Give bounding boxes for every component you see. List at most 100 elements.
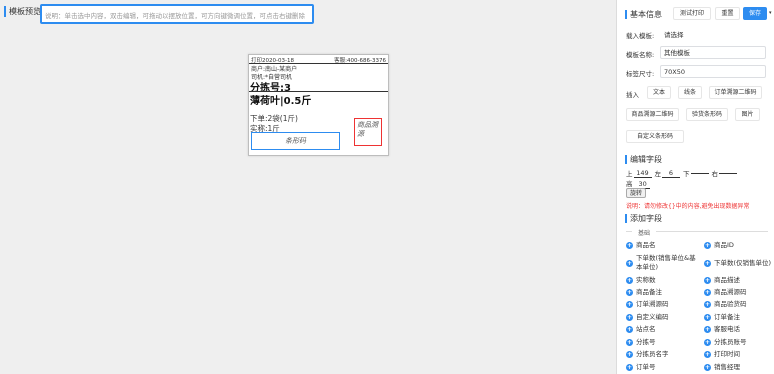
usage-hint-box: 说明：单击选中内容，双击编辑，可拖动以摆放位置，可方向键微调位置，可点击右键删除 (40, 4, 314, 24)
add-field-label: 分拣号 (636, 338, 656, 346)
add-field-label: 商品验货码 (714, 300, 747, 308)
plus-circle-icon: + (626, 326, 633, 333)
add-field-label: 商品溯源码 (714, 288, 747, 296)
add-field-item[interactable]: + 商品ID (704, 240, 772, 251)
add-field-label: 下单数(销售单位&基本单位) (636, 254, 696, 271)
label-product-name[interactable]: 薄荷叶|0.5斤 (250, 92, 311, 107)
add-field-label: 商品备注 (636, 288, 662, 296)
label-size-input[interactable]: 70X50 (660, 65, 766, 78)
insert-order-qr-button[interactable]: 订单溯源二维码 (709, 86, 762, 99)
label-barcode[interactable]: 条形码 (251, 132, 340, 150)
top-label: 上 (626, 170, 633, 178)
page-title: 模板预览 (9, 7, 41, 16)
add-field-label: 实称数 (636, 276, 656, 284)
basic-info-title: 基本信息 (625, 10, 662, 19)
right-label: 右 (711, 170, 719, 178)
plus-circle-icon: + (626, 314, 633, 321)
edit-note: 说明：请勿修改{}中的内容,避免出现数据异常 (626, 203, 750, 210)
add-field-item[interactable]: + 商品溯源码 (704, 287, 772, 298)
add-field-item[interactable]: + 销售经理 (704, 362, 772, 373)
load-template-label: 载入模板: (626, 32, 655, 40)
height-label: 高 (626, 180, 633, 188)
add-field-item[interactable]: + 商品备注 (626, 287, 702, 298)
insert-verify-barcode-button[interactable]: 验货条形码 (686, 108, 728, 121)
bottom-label: 下 (683, 170, 690, 178)
plus-circle-icon: + (626, 259, 633, 267)
plus-circle-icon: + (626, 277, 633, 284)
plus-circle-icon: + (626, 364, 633, 371)
add-field-item[interactable]: + 分拣员账号 (704, 337, 772, 348)
add-field-item[interactable]: + 分拣号 (626, 337, 702, 348)
bottom-input[interactable] (690, 172, 709, 174)
reset-button[interactable]: 重置 (715, 7, 740, 20)
left-label: 左 (654, 170, 662, 178)
add-field-item[interactable]: + 下单数(销售单位&基本单位) (626, 252, 702, 274)
insert-image-button[interactable]: 图片 (735, 108, 760, 121)
add-field-item[interactable]: + 订单溯源码 (626, 299, 702, 310)
add-field-label: 站点名 (636, 325, 656, 333)
preview-area: 模板预览 说明：单击选中内容，双击编辑，可拖动以摆放位置，可方向键微调位置，可点… (0, 0, 616, 374)
rotate-button[interactable]: 旋转 (626, 188, 646, 198)
add-field-item[interactable]: + 下单数(仅销售单位) (704, 252, 772, 274)
add-field-item[interactable]: + 站点名 (626, 324, 702, 335)
plus-circle-icon: + (626, 339, 633, 346)
add-field-item[interactable]: + 自定义编码 (626, 312, 702, 323)
top-input[interactable]: 149 (633, 169, 652, 178)
caret-down-icon[interactable]: ▾ (769, 10, 772, 16)
label-size-label: 标签尺寸: (626, 70, 655, 78)
add-field-label: 自定义编码 (636, 313, 669, 321)
insert-line-button[interactable]: 线条 (678, 86, 702, 99)
group-divider-left (626, 231, 632, 232)
add-field-label: 订单备注 (714, 313, 740, 321)
group-divider-right (656, 231, 768, 232)
position-row: 上 149 左 6 下 右 (626, 168, 738, 178)
add-field-label: 商品名 (636, 241, 656, 249)
template-name-label: 模板名称: (626, 51, 655, 59)
save-button[interactable]: 保存 (743, 7, 767, 20)
plus-circle-icon: + (704, 351, 711, 358)
plus-circle-icon: + (626, 301, 633, 308)
template-name-input[interactable]: 其他模板 (660, 46, 766, 59)
plus-circle-icon: + (704, 314, 711, 321)
title-accent-bar (4, 6, 6, 17)
plus-circle-icon: + (626, 242, 633, 249)
insert-custom-barcode-button[interactable]: 自定义条形码 (626, 130, 684, 143)
add-field-item[interactable]: + 商品描述 (704, 275, 772, 286)
plus-circle-icon: + (626, 351, 633, 358)
insert-goods-qr-button[interactable]: 商品溯源二维码 (626, 108, 679, 121)
add-field-item[interactable]: + 分拣员名字 (626, 349, 702, 360)
load-template-select[interactable]: 请选择 (660, 28, 768, 41)
label-canvas[interactable]: 打印2020-03-18 客服:400-686-3376 商户:南山-某商户 司… (248, 54, 389, 156)
add-field-label: 商品描述 (714, 276, 740, 284)
plus-circle-icon: + (626, 289, 633, 296)
edit-field-title: 编辑字段 (625, 155, 662, 164)
plus-circle-icon: + (704, 364, 711, 371)
add-field-label: 商品ID (714, 241, 734, 249)
add-field-item[interactable]: + 客服电话 (704, 324, 772, 335)
add-field-label: 分拣员名字 (636, 350, 669, 358)
group-basic-label: 基础 (638, 230, 651, 237)
right-input[interactable] (719, 172, 737, 174)
add-field-label: 订单号 (636, 363, 656, 371)
label-qrcode[interactable]: 商品溯源 (354, 118, 382, 146)
add-field-label: 分拣员账号 (714, 338, 747, 346)
insert-label: 插入 (626, 91, 639, 99)
add-field-item[interactable]: + 订单备注 (704, 312, 772, 323)
left-input[interactable]: 6 (662, 169, 680, 178)
add-field-item[interactable]: + 实称数 (626, 275, 702, 286)
add-field-item[interactable]: + 订单号 (626, 362, 702, 373)
add-field-title: 添加字段 (625, 214, 662, 223)
add-field-item[interactable]: + 打印时间 (704, 349, 772, 360)
add-field-label: 销售经理 (714, 363, 740, 371)
plus-circle-icon: + (704, 289, 711, 296)
plus-circle-icon: + (704, 277, 711, 284)
add-field-item[interactable]: + 商品名 (626, 240, 702, 251)
add-field-label: 下单数(仅销售单位) (714, 258, 772, 267)
test-print-button[interactable]: 测试打印 (673, 7, 711, 20)
insert-text-button[interactable]: 文本 (647, 86, 671, 99)
plus-circle-icon: + (704, 259, 711, 267)
plus-circle-icon: + (704, 339, 711, 346)
add-field-item[interactable]: + 商品验货码 (704, 299, 772, 310)
add-field-label: 打印时间 (714, 350, 740, 358)
add-field-label: 客服电话 (714, 325, 740, 333)
